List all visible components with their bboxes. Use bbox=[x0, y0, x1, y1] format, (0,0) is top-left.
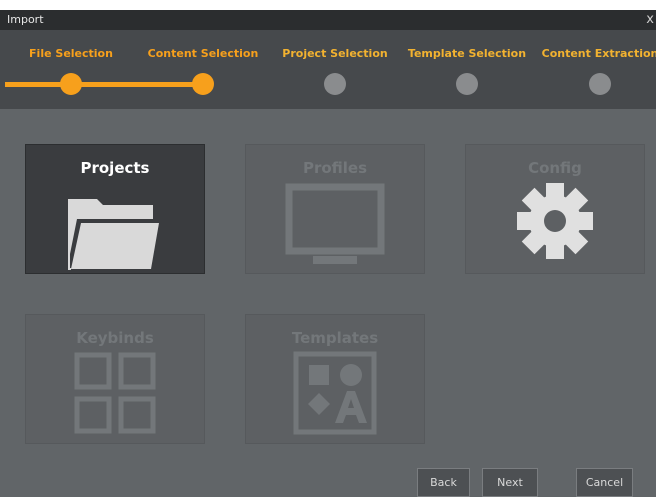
progress-line bbox=[5, 82, 203, 87]
back-button[interactable]: Back bbox=[417, 468, 470, 497]
step-dot-content-selection bbox=[192, 73, 214, 95]
tile-label: Profiles bbox=[302, 159, 368, 177]
step-label-file-selection: File Selection bbox=[29, 47, 113, 60]
tile-label: Projects bbox=[80, 159, 150, 177]
wizard-progress: File Selection Content Selection Project… bbox=[0, 30, 656, 109]
close-icon[interactable]: x bbox=[646, 12, 654, 27]
tile-templates[interactable]: Templates bbox=[245, 314, 425, 444]
title-bar: Import x bbox=[0, 10, 656, 30]
grid-icon bbox=[74, 352, 156, 434]
tile-profiles[interactable]: Profiles bbox=[245, 144, 425, 274]
monitor-icon bbox=[285, 183, 385, 264]
step-dot-content-extraction bbox=[589, 73, 611, 95]
step-label-template-selection: Template Selection bbox=[407, 47, 527, 60]
window-title: Import bbox=[7, 13, 44, 26]
gear-icon bbox=[517, 183, 593, 259]
folder-icon bbox=[68, 199, 159, 270]
import-dialog: Import x File Selection Content Selectio… bbox=[0, 10, 656, 497]
step-dot-template-selection bbox=[456, 73, 478, 95]
tile-label: Templates bbox=[291, 329, 379, 347]
next-button[interactable]: Next bbox=[482, 468, 538, 497]
tile-keybinds[interactable]: Keybinds bbox=[25, 314, 205, 444]
step-label-content-extraction: Content Extraction bbox=[541, 47, 656, 60]
step-dot-project-selection bbox=[324, 73, 346, 95]
step-dot-file-selection bbox=[60, 73, 82, 95]
step-label-project-selection: Project Selection bbox=[282, 47, 388, 60]
tile-config[interactable]: Config bbox=[465, 144, 645, 274]
tile-label: Config bbox=[528, 159, 582, 177]
cancel-button[interactable]: Cancel bbox=[576, 468, 633, 497]
tile-projects[interactable]: Projects bbox=[25, 144, 205, 274]
shapes-icon bbox=[293, 351, 377, 435]
step-label-content-selection: Content Selection bbox=[147, 47, 259, 60]
tile-label: Keybinds bbox=[76, 329, 154, 347]
